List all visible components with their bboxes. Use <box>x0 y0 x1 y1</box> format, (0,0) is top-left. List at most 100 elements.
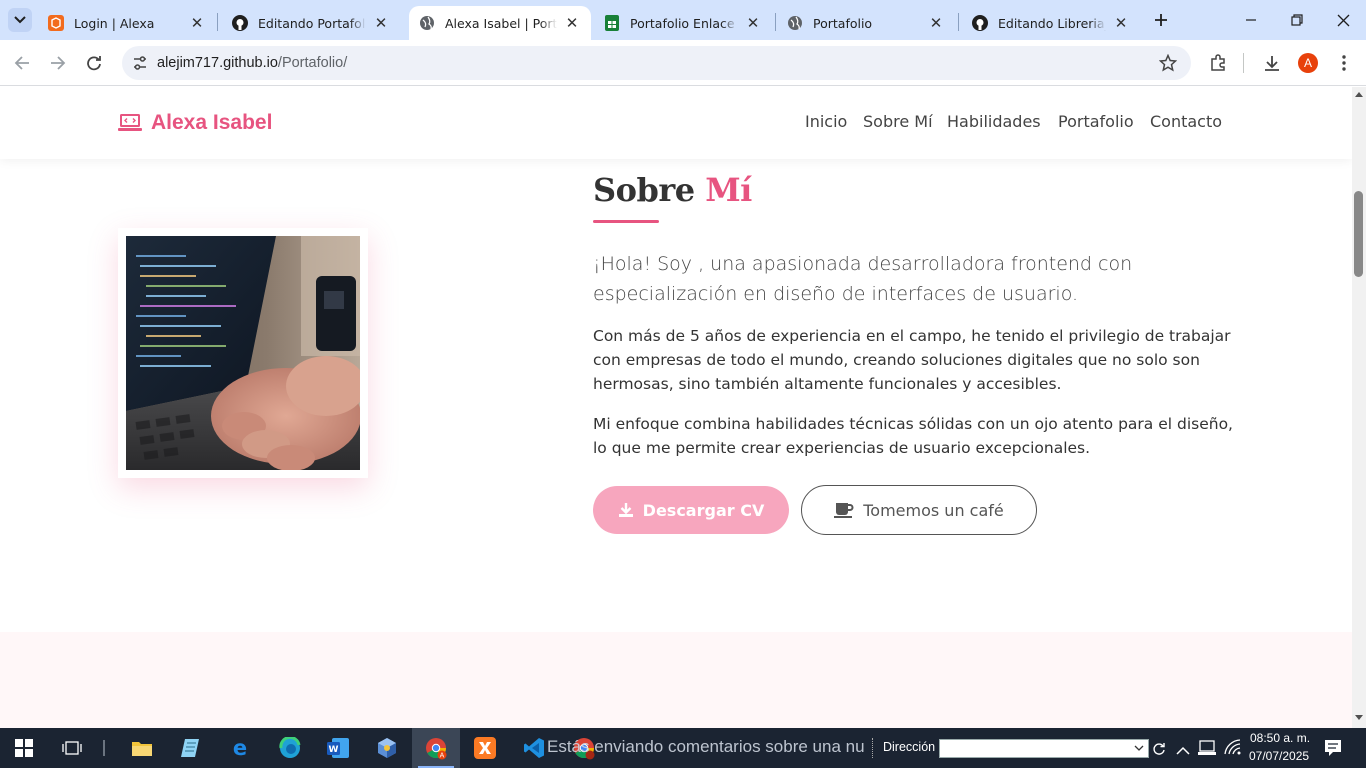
scroll-down-icon[interactable] <box>1355 715 1363 721</box>
edge-icon <box>279 737 301 758</box>
virtualbox-app[interactable] <box>363 728 411 768</box>
site-brand[interactable]: Alexa Isabel <box>118 111 272 135</box>
coffee-button[interactable]: Tomemos un café <box>801 485 1037 535</box>
browser-tab[interactable]: Editando Portafolio/R ✕ <box>222 6 400 40</box>
kebab-menu-icon <box>1342 55 1346 71</box>
refresh-icon[interactable] <box>1152 741 1166 760</box>
xampp-icon <box>474 737 496 759</box>
close-tab-icon[interactable]: ✕ <box>563 14 581 32</box>
notifications-icon[interactable] <box>1324 739 1342 761</box>
minimize-button[interactable] <box>1236 6 1266 34</box>
svg-text:W: W <box>329 745 339 755</box>
about-paragraph: Con más de 5 años de experiencia en el c… <box>593 327 1231 393</box>
globe-icon <box>419 15 435 31</box>
address-toolbar-input[interactable] <box>939 739 1149 758</box>
chrome-app-active[interactable]: A <box>412 728 460 768</box>
browser-tab[interactable]: Editando Libreria_Esp ✕ <box>962 6 1140 40</box>
chrome-icon: A <box>426 738 447 760</box>
page-scrollbar[interactable] <box>1352 87 1366 728</box>
laptop-code-icon <box>118 114 142 131</box>
new-tab-button[interactable] <box>1150 8 1172 32</box>
restore-button[interactable] <box>1282 6 1312 34</box>
start-button[interactable] <box>0 728 48 768</box>
network-pc-icon[interactable] <box>1198 739 1218 761</box>
browser-tab[interactable]: Login | Alexa ✕ <box>38 6 216 40</box>
file-explorer-app[interactable] <box>118 728 166 768</box>
close-tab-icon[interactable]: ✕ <box>744 14 762 32</box>
minimize-icon <box>1246 19 1256 21</box>
about-title: Sobre Mí <box>593 171 752 209</box>
nav-link-inicio[interactable]: Inicio <box>805 112 847 131</box>
browser-tab[interactable]: Portafolio Enlace de ✕ <box>594 6 772 40</box>
cube-icon <box>378 738 396 758</box>
windows-logo-icon <box>15 739 33 757</box>
folder-icon <box>132 742 152 756</box>
arrow-right-icon <box>51 56 66 70</box>
taskbar-divider <box>103 740 105 756</box>
tab-title: Alexa Isabel | Portafol <box>445 15 557 31</box>
about-title-main: Sobre <box>593 171 695 209</box>
browser-tab[interactable]: Portafolio ✕ <box>777 6 955 40</box>
site-info-icon[interactable] <box>132 55 148 75</box>
close-tab-icon[interactable]: ✕ <box>372 14 390 32</box>
nav-link-portafolio[interactable]: Portafolio <box>1058 112 1134 131</box>
address-bar[interactable]: alejim717.github.io/Portafolio/ <box>122 46 1191 80</box>
google-sheets-icon <box>604 15 620 31</box>
title-underline <box>593 220 659 223</box>
url-path: /Portafolio/ <box>277 55 348 71</box>
wifi-icon[interactable] <box>1224 739 1242 759</box>
browser-menu-button[interactable] <box>1332 51 1356 75</box>
back-button[interactable] <box>10 51 34 75</box>
forward-button[interactable] <box>46 51 70 75</box>
downloads-button[interactable] <box>1260 51 1284 75</box>
close-window-button[interactable] <box>1328 6 1358 34</box>
task-view-button[interactable] <box>48 728 96 768</box>
close-tab-icon[interactable]: ✕ <box>927 14 945 32</box>
browser-tab-active[interactable]: Alexa Isabel | Portafol ✕ <box>409 6 591 40</box>
clock-time[interactable]: 08:50 a. m. <box>1250 731 1310 745</box>
coffee-label: Tomemos un café <box>863 500 1004 520</box>
puzzle-icon <box>1211 54 1225 71</box>
word-app[interactable]: W <box>314 728 362 768</box>
url-text[interactable]: alejim717.github.io/Portafolio/ <box>157 55 347 71</box>
show-hidden-icons-chevron-icon[interactable] <box>1176 741 1190 760</box>
chevron-down-icon[interactable] <box>1134 745 1144 752</box>
scroll-up-icon[interactable] <box>1355 91 1363 97</box>
download-icon <box>1265 56 1279 71</box>
nav-link-sobre-mi[interactable]: Sobre Mí <box>863 112 933 131</box>
close-tab-icon[interactable]: ✕ <box>1112 14 1130 32</box>
notes-app[interactable] <box>166 728 214 768</box>
extensions-button[interactable] <box>1206 51 1230 75</box>
laptop-coding-photo <box>126 236 360 470</box>
browser-tab-strip: Login | Alexa ✕ Editando Portafolio/R ✕ … <box>0 0 1366 40</box>
svg-text:A: A <box>440 753 445 760</box>
download-cv-button[interactable]: Descargar CV <box>593 486 789 534</box>
vscode-icon <box>524 738 544 758</box>
profile-photo-frame <box>118 228 368 478</box>
tab-separator <box>775 13 776 31</box>
browser-toolbar: alejim717.github.io/Portafolio/ A <box>0 40 1366 86</box>
download-cv-label: Descargar CV <box>642 500 765 520</box>
close-tab-icon[interactable]: ✕ <box>188 14 206 32</box>
download-icon <box>618 502 634 518</box>
bookmark-star-icon[interactable] <box>1158 53 1178 76</box>
nav-link-habilidades[interactable]: Habilidades <box>947 112 1041 131</box>
nav-link-contacto[interactable]: Contacto <box>1150 112 1222 131</box>
xampp-app[interactable] <box>461 728 509 768</box>
scrollbar-thumb[interactable] <box>1354 191 1363 277</box>
internet-explorer-icon: e <box>233 737 247 759</box>
url-host: alejim717.github.io <box>157 55 278 71</box>
arrow-left-icon <box>14 56 29 70</box>
tab-separator <box>958 13 959 31</box>
tab-search-button[interactable] <box>8 8 32 32</box>
internet-explorer-app[interactable]: e <box>216 728 264 768</box>
about-paragraph: Mi enfoque combina habilidades técnicas … <box>593 415 1233 457</box>
profile-avatar[interactable]: A <box>1298 53 1318 73</box>
reload-button[interactable] <box>82 51 106 75</box>
background-window-text: Estás enviando comentarios sobre una nu <box>547 737 865 756</box>
svg-text:e: e <box>233 737 247 759</box>
about-lead-text: ¡Hola! Soy , una apasionada desarrollado… <box>593 253 1133 305</box>
task-view-icon <box>62 741 82 755</box>
clock-date[interactable]: 07/07/2025 <box>1249 749 1309 763</box>
edge-app[interactable] <box>266 728 314 768</box>
